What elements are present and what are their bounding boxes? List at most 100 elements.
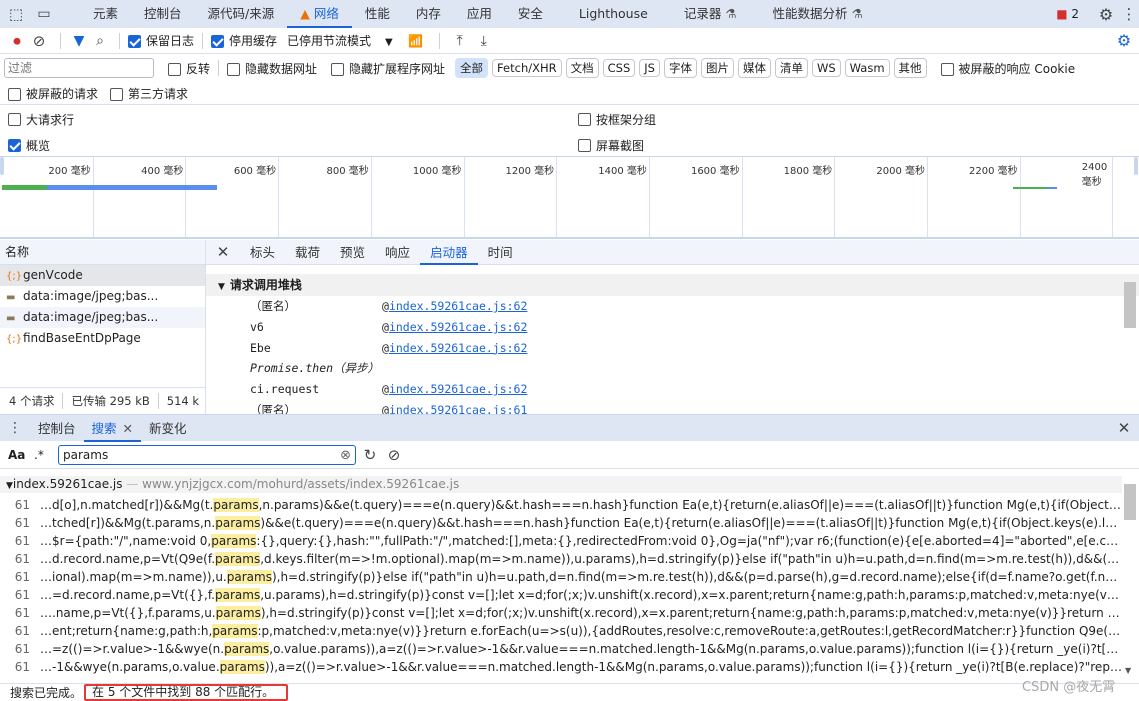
request-call-stack-header[interactable]: ▼ 请求调用堆栈 — [206, 274, 1139, 296]
tab-2[interactable]: 源代码/来源 — [195, 0, 288, 28]
drawer-tab-0[interactable]: 控制台 — [30, 415, 84, 442]
network-settings-icon[interactable]: ⚙ — [1109, 31, 1139, 50]
tab-8[interactable]: Lighthouse — [566, 0, 661, 28]
detail-tab-2[interactable]: 预览 — [330, 240, 375, 265]
source-link[interactable]: index.59261cae.js:61 — [389, 403, 527, 414]
preserve-log-checkbox[interactable]: 保留日志 — [128, 32, 194, 49]
scroll-down-arrow-icon[interactable]: ▼ — [1125, 666, 1131, 675]
tab-0[interactable]: 元素 — [80, 0, 131, 28]
close-drawer-icon[interactable]: ✕ — [1109, 419, 1139, 437]
big-rows-checkbox[interactable]: 大请求行 — [8, 109, 74, 129]
import-har-icon[interactable]: ⤒ — [448, 33, 472, 49]
type-filter-1[interactable]: Fetch/XHR — [492, 59, 562, 77]
record-stop-icon[interactable]: ⏺ — [8, 32, 26, 50]
tab-7[interactable]: 安全 — [505, 0, 556, 28]
request-row[interactable]: {;}findBaseEntDpPage — [0, 328, 205, 349]
match-case-toggle[interactable]: Aa — [8, 448, 34, 462]
name-column-header[interactable]: 名称 — [0, 240, 205, 265]
search-result-line[interactable]: 61 …ent;return{name:g,path:h,params:p,mat… — [0, 622, 1122, 640]
filter-input[interactable] — [4, 58, 154, 78]
drawer-tab-2[interactable]: 新变化 — [141, 415, 195, 442]
type-filter-8[interactable]: 清单 — [774, 58, 808, 78]
tab-5[interactable]: 内存 — [403, 0, 454, 28]
type-filter-9[interactable]: WS — [811, 59, 841, 77]
drawer-tab-1[interactable]: 搜索 ✕ — [83, 415, 142, 442]
type-filter-0[interactable]: 全部 — [455, 58, 489, 78]
regex-toggle[interactable]: .* — [34, 448, 58, 462]
more-menu-icon[interactable]: ⋮ — [1119, 5, 1139, 23]
search-icon[interactable]: ⌕ — [89, 33, 111, 49]
overview-checkbox[interactable]: 概览 — [8, 135, 50, 155]
clear-results-icon[interactable]: ⊘ — [384, 446, 404, 464]
tab-10[interactable]: 性能数据分析 ⚗ — [760, 0, 876, 28]
search-result-line[interactable]: 61 …-1&&wye(n.params,o.value.params)),a=z… — [0, 658, 1122, 676]
timeline-overview[interactable]: 200 毫秒 400 毫秒 600 毫秒 800 毫秒 1000 毫秒 1200 毫秒 14… — [0, 156, 1139, 239]
type-filter-7[interactable]: 媒体 — [737, 58, 771, 78]
third-party-checkbox[interactable]: 第三方请求 — [110, 85, 188, 102]
hide-data-urls-checkbox[interactable]: 隐藏数据网址 — [227, 60, 317, 77]
screenshots-checkbox[interactable]: 屏幕截图 — [578, 135, 644, 155]
timeline-gridline — [741, 157, 743, 237]
tab-3[interactable]: ▲ 网络 — [287, 0, 352, 28]
type-filter-11[interactable]: 其他 — [893, 58, 927, 78]
blocked-cookies-checkbox[interactable]: 被屏蔽的响应 Cookie — [940, 60, 1075, 77]
search-result-line[interactable]: 61 ….name,p=Vt({},f.params,u.params),h=d.… — [0, 604, 1122, 622]
source-link[interactable]: index.59261cae.js:62 — [389, 382, 527, 396]
export-har-icon[interactable]: ⤓ — [472, 33, 496, 49]
timeline-left-handle[interactable] — [0, 157, 4, 175]
type-filter-4[interactable]: JS — [639, 59, 660, 77]
tab-9[interactable]: 记录器 ⚗ — [671, 0, 750, 28]
refresh-icon[interactable]: ↻ — [356, 446, 384, 464]
request-row[interactable]: {;}genVcode — [0, 265, 205, 286]
type-filter-2[interactable]: 文档 — [565, 58, 599, 78]
clear-search-icon[interactable]: ⊗ — [340, 448, 351, 463]
blocked-requests-checkbox[interactable]: 被屏蔽的请求 — [8, 85, 98, 102]
match-highlight: params — [215, 516, 261, 530]
close-detail-icon[interactable]: ✕ — [206, 243, 240, 261]
issues-badge[interactable]: ■ 2 — [1056, 7, 1079, 21]
hide-extension-urls-checkbox[interactable]: 隐藏扩展程序网址 — [331, 60, 445, 77]
settings-gear-icon[interactable]: ⚙ — [1093, 5, 1119, 24]
search-result-line[interactable]: 61 …ional).map(m=>m.name)),u.params),h=d.… — [0, 568, 1122, 586]
network-conditions-icon[interactable]: 📶 — [401, 34, 431, 48]
request-row[interactable]: ▬ data:image/jpeg;bas... — [0, 307, 205, 328]
search-result-line[interactable]: 61 …$r={path:"/",name:void 0,params:{},qu… — [0, 532, 1122, 550]
type-filter-10[interactable]: Wasm — [844, 59, 890, 77]
detail-tab-3[interactable]: 响应 — [375, 240, 420, 265]
results-scrollbar[interactable] — [1124, 484, 1136, 520]
search-result-line[interactable]: 61 …tched[r])&&Mg(t.params,n.params)&&e(t… — [0, 514, 1122, 532]
clear-icon[interactable]: ⊘ — [26, 32, 52, 50]
tab-6[interactable]: 应用 — [454, 0, 505, 28]
tab-1[interactable]: 控制台 — [131, 0, 195, 28]
close-tab-icon[interactable]: ✕ — [123, 421, 133, 436]
detail-tab-0[interactable]: 标头 — [240, 240, 285, 265]
detail-scrollbar[interactable] — [1124, 282, 1136, 328]
source-link[interactable]: index.59261cae.js:62 — [389, 299, 527, 313]
filter-icon[interactable]: ▼ — [69, 33, 89, 49]
search-result-line[interactable]: 61 …=z(()=>r.value>-1&&wye(n.params,o.val… — [0, 640, 1122, 658]
source-link[interactable]: index.59261cae.js:62 — [389, 341, 527, 355]
throttling-select[interactable]: 已停用节流模式 ▼ — [287, 32, 393, 49]
search-input[interactable]: params ⊗ — [58, 445, 356, 465]
search-result-line[interactable]: 61 …d.record.name,p=Vt(Q9e(f.params,d.key… — [0, 550, 1122, 568]
source-link[interactable]: index.59261cae.js:62 — [389, 320, 527, 334]
search-result-line[interactable]: 61 …=d.record.name,p=Vt({},f.params,u.par… — [0, 586, 1122, 604]
detail-tab-5[interactable]: 时间 — [478, 240, 523, 265]
request-row[interactable]: ▬ data:image/jpeg;bas... — [0, 286, 205, 307]
type-filter-6[interactable]: 图片 — [700, 58, 734, 78]
result-file-header[interactable]: ▼index.59261cae.js — www.ynjzjgcx.com/mo… — [0, 476, 1122, 493]
inspect-element-icon[interactable]: ⬚ — [2, 5, 30, 23]
invert-checkbox[interactable]: 反转 — [168, 60, 210, 77]
search-result-line[interactable]: 61 …d[o],n.matched[r])&&Mg(t.params,n.par… — [0, 496, 1122, 514]
group-by-frame-checkbox[interactable]: 按框架分组 — [578, 109, 656, 129]
detail-tab-4[interactable]: 启动器 — [420, 240, 478, 265]
detail-tab-1[interactable]: 载荷 — [285, 240, 330, 265]
tab-4[interactable]: 性能 — [352, 0, 403, 28]
timeline-gridline — [278, 157, 280, 237]
type-filter-5[interactable]: 字体 — [663, 58, 697, 78]
disable-cache-checkbox[interactable]: 停用缓存 — [211, 32, 277, 49]
drawer-menu-icon[interactable]: ⋮ — [0, 420, 30, 436]
type-filter-3[interactable]: CSS — [602, 59, 636, 77]
timeline-right-handle[interactable] — [1134, 157, 1138, 175]
device-toolbar-icon[interactable]: ▭ — [30, 6, 58, 22]
